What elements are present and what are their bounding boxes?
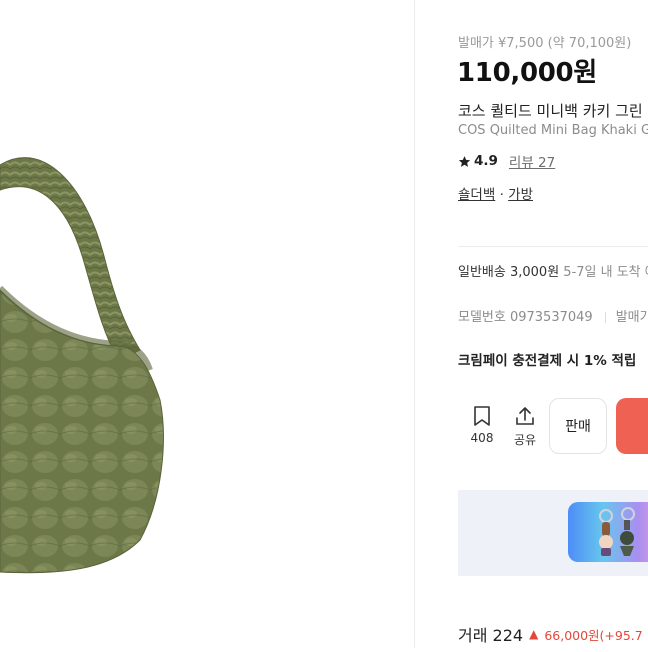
- promo-banner[interactable]: [458, 490, 648, 576]
- product-image[interactable]: [0, 0, 414, 648]
- category-breadcrumb: 숄더백 · 가방: [458, 183, 533, 203]
- shipping-label: 일반배송 3,000원: [458, 265, 560, 280]
- category-separator: ·: [499, 187, 504, 203]
- share-icon: [516, 407, 534, 425]
- sell-label: 판매: [565, 419, 591, 435]
- share-button[interactable]: 공유: [503, 405, 547, 448]
- rating-row: 4.9 리뷰 27: [458, 151, 555, 171]
- price-change: 66,000원(+95.7: [544, 627, 643, 643]
- shipping-info: 일반배송 3,000원 5-7일 내 도착 예: [458, 261, 648, 280]
- sell-button[interactable]: 판매: [549, 398, 607, 454]
- category-link-shoulder-bag[interactable]: 숄더백: [458, 187, 495, 203]
- cream-pay-promo[interactable]: 크림페이 충전결제 시 1% 적립: [458, 349, 636, 369]
- product-info-panel: 발매가 ¥7,500 (약 70,100원) 110,000원 코스 퀼티드 미…: [415, 0, 648, 648]
- release-price: 발매가 ¥7,500 (약 70,100원): [458, 36, 632, 51]
- keychain-illustration: [599, 507, 635, 556]
- shipping-eta: 5-7일 내 도착 예: [563, 265, 648, 280]
- trade-summary[interactable]: 거래 224 ▲ 66,000원(+95.7: [458, 622, 643, 646]
- product-name-english: COS Quilted Mini Bag Khaki Gr: [458, 123, 648, 138]
- section-divider: [458, 246, 648, 247]
- product-name-korean: 코스 퀼티드 미니백 카키 그린: [458, 102, 643, 120]
- buy-button[interactable]: [616, 398, 648, 454]
- model-info: 모델번호 0973537049 발매가: [458, 306, 648, 325]
- wishlist-button[interactable]: 408: [460, 405, 504, 445]
- price-up-icon: ▲: [529, 627, 539, 641]
- category-link-bag[interactable]: 가방: [508, 187, 533, 203]
- wishlist-count: 408: [470, 431, 494, 445]
- trade-count: 거래 224: [458, 626, 524, 645]
- quilted-bag-illustration: [0, 157, 164, 574]
- share-label: 공유: [513, 433, 537, 447]
- model-separator: [604, 312, 606, 323]
- release-date-label: 발매가: [615, 310, 648, 325]
- star-icon: [458, 155, 471, 167]
- bookmark-icon: [474, 406, 490, 426]
- banner-image: [568, 502, 648, 562]
- model-number: 모델번호 0973537049: [458, 310, 593, 325]
- rating-value: 4.9: [474, 153, 498, 169]
- review-link[interactable]: 리뷰 27: [509, 151, 555, 171]
- price: 110,000원: [457, 58, 597, 88]
